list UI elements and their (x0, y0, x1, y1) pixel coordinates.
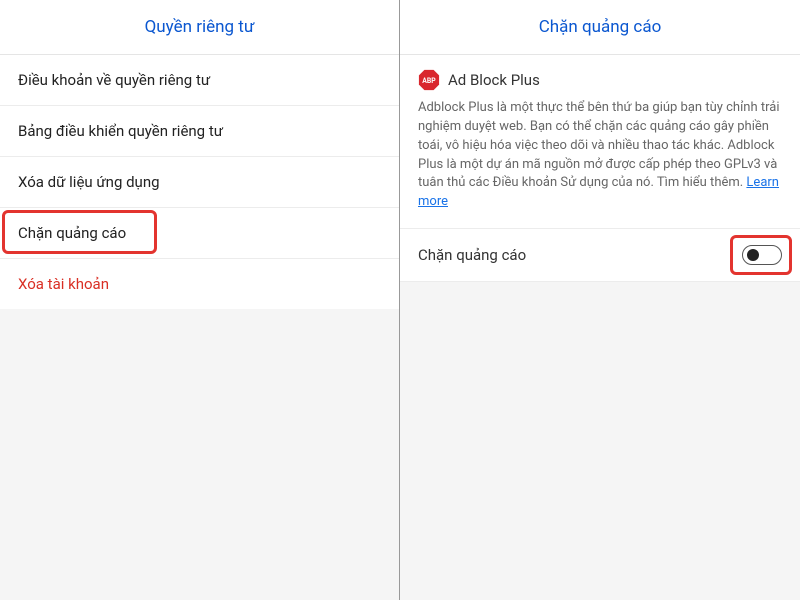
left-header: Quyền riêng tư (0, 0, 399, 55)
left-content: Điều khoản về quyền riêng tư Bảng điều k… (0, 55, 399, 600)
abp-description: Adblock Plus là một thực thể bên thứ ba … (418, 99, 782, 212)
ad-block-toggle-row: Chặn quảng cáo (400, 229, 800, 282)
list-item-label: Điều khoản về quyền riêng tư (18, 71, 210, 89)
right-content: ABP Ad Block Plus Adblock Plus là một th… (400, 55, 800, 600)
ad-block-item[interactable]: Chặn quảng cáo (0, 208, 399, 259)
privacy-settings-panel: Quyền riêng tư Điều khoản về quyền riêng… (0, 0, 400, 600)
list-item-label: Xóa dữ liệu ứng dụng (18, 173, 160, 191)
abp-description-block: ABP Ad Block Plus Adblock Plus là một th… (400, 55, 800, 229)
right-header-title: Chặn quảng cáo (539, 17, 662, 37)
right-header: Chặn quảng cáo (400, 0, 800, 55)
privacy-terms-item[interactable]: Điều khoản về quyền riêng tư (0, 55, 399, 106)
ad-block-toggle[interactable] (742, 245, 782, 265)
abp-title: Ad Block Plus (448, 71, 540, 89)
list-item-label: Bảng điều khiển quyền riêng tư (18, 122, 223, 140)
clear-app-data-item[interactable]: Xóa dữ liệu ứng dụng (0, 157, 399, 208)
abp-description-text: Adblock Plus là một thực thể bên thứ ba … (418, 100, 780, 190)
list-item-label: Xóa tài khoản (18, 275, 109, 293)
left-header-title: Quyền riêng tư (145, 17, 255, 37)
svg-text:ABP: ABP (422, 77, 436, 85)
abp-title-row: ABP Ad Block Plus (418, 69, 782, 91)
list-item-label: Chặn quảng cáo (18, 224, 126, 242)
privacy-dashboard-item[interactable]: Bảng điều khiển quyền riêng tư (0, 106, 399, 157)
abp-icon: ABP (418, 69, 440, 91)
toggle-knob (747, 249, 759, 261)
ad-block-settings-panel: Chặn quảng cáo ABP Ad Block Plus Adblock… (400, 0, 800, 600)
delete-account-item[interactable]: Xóa tài khoản (0, 259, 399, 309)
toggle-label: Chặn quảng cáo (418, 246, 526, 264)
